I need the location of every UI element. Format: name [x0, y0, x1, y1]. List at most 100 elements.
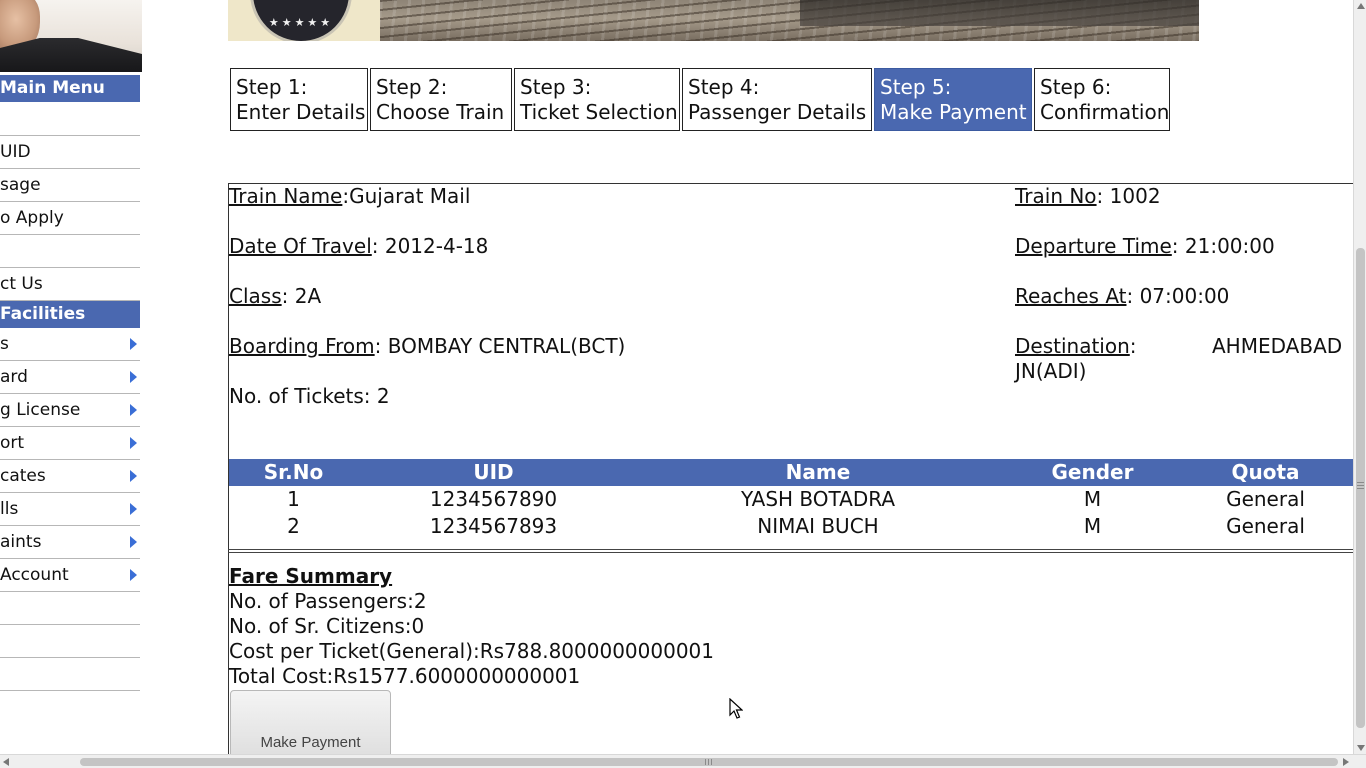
- chevron-right-icon: [130, 404, 137, 416]
- col-gender: Gender: [1007, 459, 1178, 486]
- sidebar-item-facility-2[interactable]: ard: [0, 361, 140, 394]
- passenger-table: Sr.No UID Name Gender Quota 1 1234567890…: [229, 459, 1353, 540]
- sidebar-item-blank-2[interactable]: [0, 235, 140, 268]
- destination-value-line-1: AHMEDABAD: [1212, 334, 1343, 358]
- step-6: Step 6: Confirmation: [1034, 68, 1170, 131]
- table-row: 2 1234567893 NIMAI BUCH M General: [229, 513, 1353, 540]
- cell-uid: 1234567890: [429, 487, 558, 511]
- reaches-label: Reaches At: [1015, 284, 1127, 308]
- destination-label: Destination: [1015, 334, 1130, 358]
- passenger-count: No. of Passengers:2: [229, 589, 427, 613]
- sidebar-item-facility-3[interactable]: g License: [0, 394, 140, 427]
- date-row: Date Of Travel: 2012-4-18: [229, 234, 488, 259]
- boarding-label: Boarding From: [229, 334, 375, 358]
- reaches-row: Reaches At: 07:00:00: [1015, 284, 1229, 309]
- sidebar-item-facility-7[interactable]: aints: [0, 526, 140, 559]
- train-no-row: Train No: 1002: [1015, 184, 1161, 209]
- sidebar-item-facility-8[interactable]: Account: [0, 559, 140, 592]
- class-label: Class: [229, 284, 282, 308]
- departure-value: : 21:00:00: [1171, 234, 1275, 258]
- user-photo: [0, 0, 142, 72]
- user-shirt: [0, 38, 142, 72]
- destination-value-line-2: JN(ADI): [1015, 359, 1087, 383]
- col-quota: Quota: [1178, 459, 1353, 486]
- table-row: 1 1234567890 YASH BOTADRA M General: [229, 486, 1353, 513]
- sidebar: Main Menu UID sage o Apply ct Us Facilit…: [0, 75, 140, 691]
- sidebar-item-how-to-apply[interactable]: o Apply: [0, 202, 140, 235]
- cell-uid: 1234567893: [429, 514, 558, 538]
- total-cost: Total Cost:Rs1577.6000000000001: [229, 664, 581, 688]
- train-name-row: Train Name:Gujarat Mail: [229, 184, 470, 209]
- sidebar-item-blank-4[interactable]: [0, 625, 140, 658]
- horizontal-scrollbar[interactable]: [0, 754, 1366, 768]
- sidebar-item-blank-3[interactable]: [0, 592, 140, 625]
- scroll-left-icon[interactable]: [3, 758, 9, 766]
- date-value: : 2012-4-18: [371, 234, 489, 258]
- cell-gender: M: [1083, 514, 1102, 538]
- departure-row: Departure Time: 21:00:00: [1015, 234, 1275, 259]
- facilities-header: Facilities: [0, 301, 140, 328]
- train-name-value: :Gujarat Mail: [342, 184, 471, 208]
- vertical-scrollbar[interactable]: [1353, 0, 1366, 754]
- tickets-count: No. of Tickets: 2: [229, 384, 390, 408]
- cell-quota: General: [1226, 487, 1305, 511]
- sidebar-item-usage[interactable]: sage: [0, 169, 140, 202]
- class-row: Class: 2A: [229, 284, 321, 309]
- scroll-right-icon[interactable]: [1343, 758, 1349, 766]
- reaches-value: : 07:00:00: [1126, 284, 1230, 308]
- sidebar-item-facility-4[interactable]: ort: [0, 427, 140, 460]
- col-uid: UID: [358, 459, 629, 486]
- sidebar-item-contact-us[interactable]: ct Us: [0, 268, 140, 301]
- boarding-value: : BOMBAY CENTRAL(BCT): [374, 334, 626, 358]
- cell-srno: 1: [287, 487, 300, 511]
- section-divider: [228, 549, 1353, 553]
- main-menu-header: Main Menu: [0, 75, 140, 102]
- step-1: Step 1: Enter Details: [230, 68, 368, 131]
- chevron-right-icon: [130, 536, 137, 548]
- cell-gender: M: [1083, 487, 1102, 511]
- train-no-label: Train No: [1015, 184, 1097, 208]
- chevron-right-icon: [130, 503, 137, 515]
- fare-summary: Fare Summary No. of Passengers:2 No. of …: [229, 564, 714, 689]
- train-no-value: : 1002: [1096, 184, 1161, 208]
- cell-quota: General: [1226, 514, 1305, 538]
- chevron-right-icon: [130, 338, 137, 350]
- cell-name: NIMAI BUCH: [757, 514, 879, 538]
- sidebar-item-blank-1[interactable]: [0, 102, 140, 136]
- step-3: Step 3: Ticket Selection: [514, 68, 680, 131]
- departure-label: Departure Time: [1015, 234, 1172, 258]
- sidebar-item-blank-5[interactable]: [0, 658, 140, 691]
- sidebar-item-facility-6[interactable]: lls: [0, 493, 140, 526]
- sidebar-item-uid[interactable]: UID: [0, 136, 140, 169]
- emblem-logo: ★★★★★: [250, 0, 352, 41]
- header-banner: ★★★★★: [228, 0, 1199, 41]
- fare-summary-title: Fare Summary: [229, 564, 393, 588]
- grip-icon: [705, 759, 713, 765]
- chevron-right-icon: [130, 470, 137, 482]
- scroll-up-icon[interactable]: [1357, 3, 1365, 9]
- col-name: Name: [629, 459, 1007, 486]
- chevron-right-icon: [130, 437, 137, 449]
- cost-per-ticket: Cost per Ticket(General):Rs788.800000000…: [229, 639, 714, 663]
- date-label: Date Of Travel: [229, 234, 372, 258]
- train-name-label: Train Name: [229, 184, 343, 208]
- col-srno: Sr.No: [229, 459, 358, 486]
- senior-citizen-count: No. of Sr. Citizens:0: [229, 614, 425, 638]
- chevron-right-icon: [130, 371, 137, 383]
- cell-srno: 2: [287, 514, 300, 538]
- logo-area: ★★★★★: [228, 0, 380, 41]
- destination-colon: :: [1129, 334, 1137, 358]
- train-image: [800, 0, 1199, 26]
- step-2: Step 2: Choose Train: [370, 68, 512, 131]
- scroll-down-icon[interactable]: [1357, 745, 1365, 751]
- sidebar-item-facility-1[interactable]: s: [0, 328, 140, 361]
- step-5-active: Step 5: Make Payment: [874, 68, 1032, 131]
- mouse-cursor-icon: [729, 698, 743, 719]
- destination-row: Destination:: [1015, 334, 1137, 359]
- boarding-row: Boarding From: BOMBAY CENTRAL(BCT): [229, 334, 625, 359]
- sidebar-item-facility-5[interactable]: cates: [0, 460, 140, 493]
- table-header-row: Sr.No UID Name Gender Quota: [229, 459, 1353, 486]
- make-payment-button[interactable]: Make Payment: [230, 690, 391, 760]
- class-value: : 2A: [281, 284, 322, 308]
- grip-icon: [1357, 482, 1364, 490]
